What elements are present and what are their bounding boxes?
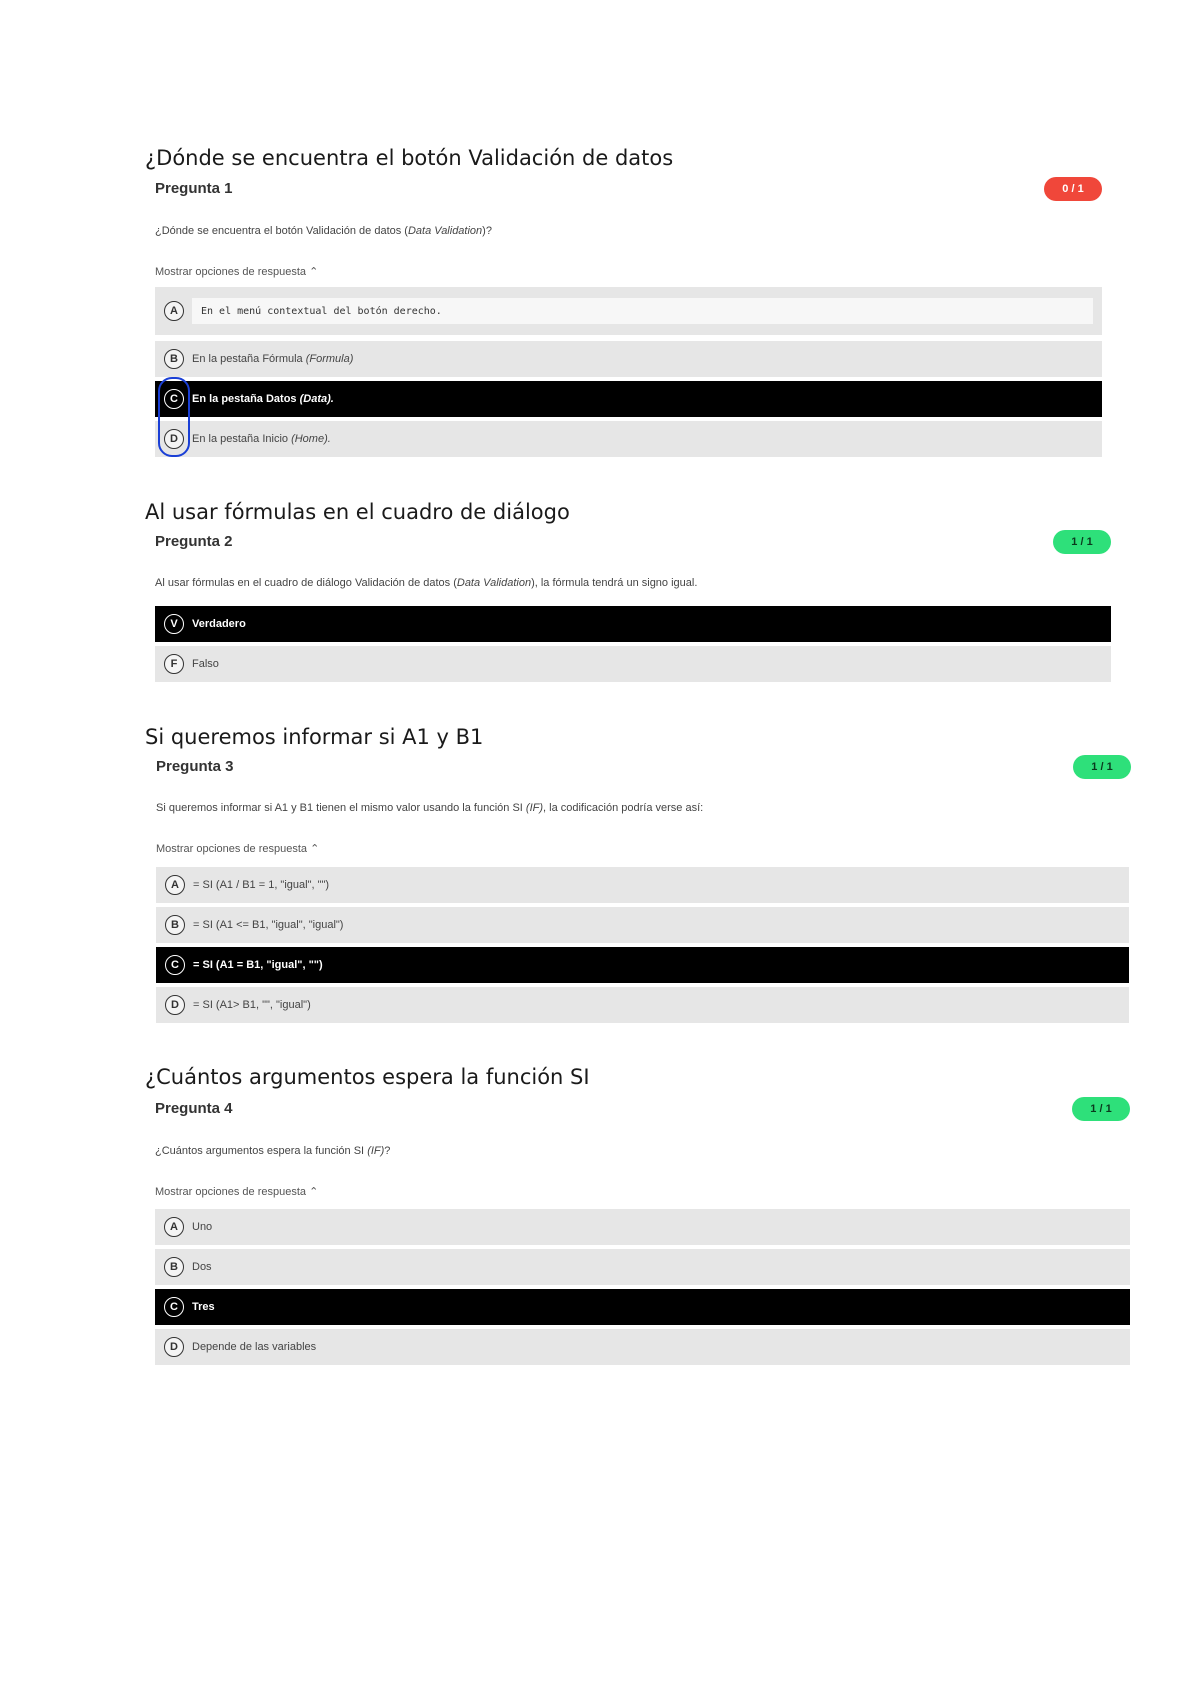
option-text: Verdadero — [192, 618, 246, 630]
question-1-option-c[interactable]: C En la pestaña Datos (Data). — [155, 381, 1102, 417]
question-4-option-c[interactable]: C Tres — [155, 1289, 1130, 1325]
option-letter: A — [164, 301, 184, 321]
option-text: Tres — [192, 1301, 215, 1313]
question-3-option-d[interactable]: D = SI (A1> B1, "", "igual") — [156, 987, 1129, 1023]
question-3-option-c[interactable]: C = SI (A1 = B1, "igual", "") — [156, 947, 1129, 983]
option-letter: D — [165, 995, 185, 1015]
option-text: En la pestaña Inicio (Home). — [192, 433, 331, 445]
question-4-option-d[interactable]: D Depende de las variables — [155, 1329, 1130, 1365]
option-letter: C — [165, 955, 185, 975]
question-1-option-b[interactable]: B En la pestaña Fórmula (Formula) — [155, 341, 1102, 377]
question-3-option-b[interactable]: B = SI (A1 <= B1, "igual", "igual") — [156, 907, 1129, 943]
option-letter: F — [164, 654, 184, 674]
option-text: En el menú contextual del botón derecho. — [192, 298, 1093, 324]
question-4-option-a[interactable]: A Uno — [155, 1209, 1130, 1245]
option-text: = SI (A1> B1, "", "igual") — [193, 999, 311, 1011]
option-text: = SI (A1 / B1 = 1, "igual", "") — [193, 879, 330, 891]
question-3-show-options-toggle[interactable]: Mostrar opciones de respuesta ⌃ — [156, 842, 319, 855]
question-2-label: Pregunta 2 — [155, 533, 233, 550]
question-4-score-badge: 1 / 1 — [1072, 1097, 1130, 1121]
option-letter: B — [164, 1257, 184, 1277]
option-letter: A — [164, 1217, 184, 1237]
question-2-score-badge: 1 / 1 — [1053, 530, 1111, 554]
hand-drawn-circle-annotation — [158, 377, 190, 457]
question-1-option-a[interactable]: A En el menú contextual del botón derech… — [155, 287, 1102, 335]
question-3-score-badge: 1 / 1 — [1073, 755, 1131, 779]
question-3-text: Si queremos informar si A1 y B1 tienen e… — [156, 802, 704, 814]
question-2-option-f[interactable]: F Falso — [155, 646, 1111, 682]
question-1-label: Pregunta 1 — [155, 180, 233, 197]
question-3-option-a[interactable]: A = SI (A1 / B1 = 1, "igual", "") — [156, 867, 1129, 903]
option-letter: A — [165, 875, 185, 895]
question-4-text: ¿Cuántos argumentos espera la función SI… — [155, 1145, 391, 1157]
option-text: Dos — [192, 1261, 212, 1273]
option-text: En la pestaña Datos (Data). — [192, 393, 334, 405]
option-text: Falso — [192, 658, 219, 670]
option-letter: D — [164, 1337, 184, 1357]
question-2-heading: Al usar fórmulas en el cuadro de diálogo — [145, 500, 570, 524]
question-2-option-v[interactable]: V Verdadero — [155, 606, 1111, 642]
option-text: Uno — [192, 1221, 213, 1233]
question-3-label: Pregunta 3 — [156, 758, 234, 775]
question-4-show-options-toggle[interactable]: Mostrar opciones de respuesta ⌃ — [155, 1185, 318, 1198]
option-text: = SI (A1 = B1, "igual", "") — [193, 959, 323, 971]
question-1-score-badge: 0 / 1 — [1044, 177, 1102, 201]
option-letter: B — [165, 915, 185, 935]
option-text: En la pestaña Fórmula (Formula) — [192, 353, 354, 365]
question-1-heading: ¿Dónde se encuentra el botón Validación … — [145, 146, 674, 170]
question-1-option-d[interactable]: D En la pestaña Inicio (Home). — [155, 421, 1102, 457]
question-4-option-b[interactable]: B Dos — [155, 1249, 1130, 1285]
option-letter: V — [164, 614, 184, 634]
question-3-heading: Si queremos informar si A1 y B1 — [145, 725, 484, 749]
option-text: Depende de las variables — [192, 1341, 317, 1353]
question-4-label: Pregunta 4 — [155, 1100, 233, 1117]
option-text: = SI (A1 <= B1, "igual", "igual") — [193, 919, 344, 931]
option-letter: C — [164, 1297, 184, 1317]
question-2-text: Al usar fórmulas en el cuadro de diálogo… — [155, 577, 698, 589]
question-1-text: ¿Dónde se encuentra el botón Validación … — [155, 225, 492, 237]
question-4-heading: ¿Cuántos argumentos espera la función SI — [145, 1065, 590, 1089]
question-1-show-options-toggle[interactable]: Mostrar opciones de respuesta ⌃ — [155, 265, 318, 278]
option-letter: B — [164, 349, 184, 369]
